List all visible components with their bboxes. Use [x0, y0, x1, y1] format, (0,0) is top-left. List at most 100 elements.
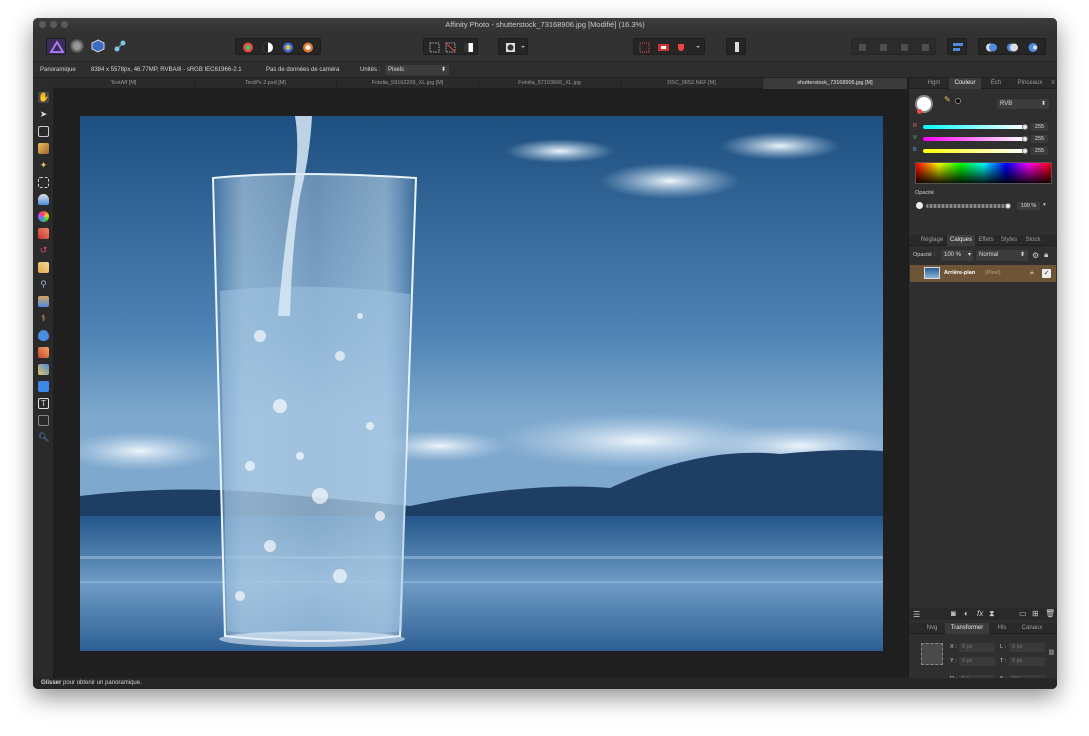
export-persona-icon[interactable]: [113, 39, 127, 53]
mesh-warp-icon[interactable]: [38, 415, 49, 426]
x-field[interactable]: 0 px: [959, 643, 995, 652]
tab-channels[interactable]: Canaux: [1015, 623, 1049, 634]
camera-info: Pas de données de caméra: [266, 67, 340, 73]
channel-b-knob[interactable]: [1022, 148, 1028, 154]
tab-swatches[interactable]: Éch: [981, 78, 1011, 89]
panel-menu-icon[interactable]: ≡: [1048, 78, 1057, 89]
doc-tab[interactable]: Fotolia_59162209_XL.jpg [M]: [337, 78, 479, 89]
marquee-tool-icon[interactable]: [38, 177, 49, 188]
height-field[interactable]: 0 px: [1009, 657, 1045, 666]
link-icon[interactable]: ⛓: [1048, 650, 1055, 656]
tab-histogram[interactable]: Hgm: [919, 78, 949, 89]
adjustment-layer-icon[interactable]: ◐: [964, 609, 969, 618]
units-select[interactable]: Pixels ⬍: [385, 65, 449, 75]
y-field[interactable]: 0 px: [959, 657, 995, 666]
photo-persona-button[interactable]: [46, 38, 66, 55]
live-filter-icon[interactable]: ⧗: [989, 609, 995, 619]
opacity-value[interactable]: 100 %: [1017, 202, 1040, 210]
develop-persona-icon[interactable]: [91, 39, 105, 53]
eraser-tool-icon[interactable]: [38, 262, 49, 273]
opacity-slider[interactable]: [926, 204, 1008, 208]
blend-mode-select[interactable]: Normal ⬍: [976, 250, 1028, 261]
layer-opacity-select[interactable]: 100 % ▾: [941, 250, 973, 261]
text-tool-icon[interactable]: T: [38, 398, 49, 409]
doc-tab[interactable]: Fotolia_57103666_XL.jpg: [479, 78, 621, 89]
tab-navigator[interactable]: Nvg: [919, 623, 945, 634]
gear-icon[interactable]: ⚙: [1032, 251, 1039, 260]
close-window-button[interactable]: [39, 21, 46, 28]
channel-b-value[interactable]: 255: [1031, 147, 1048, 155]
tab-color[interactable]: Couleur: [949, 78, 981, 89]
channel-v-value[interactable]: 255: [1031, 135, 1048, 143]
no-color-icon[interactable]: [917, 109, 922, 114]
doc-tab[interactable]: DSC_0652.NEF [M]: [621, 78, 763, 89]
shape-tool-icon[interactable]: [38, 381, 49, 392]
tab-adjustments[interactable]: Réglage: [917, 235, 947, 246]
dodge-tool-icon[interactable]: ↺: [38, 245, 49, 256]
magic-wand-icon[interactable]: ✦: [38, 160, 49, 171]
tab-stock[interactable]: Stock: [1021, 235, 1045, 246]
doc-tab-active[interactable]: shutterstock_73168906.jpg [M]: [763, 78, 908, 89]
hand-tool-icon[interactable]: ✋: [38, 92, 49, 103]
doc-tab[interactable]: TestAff [M]: [53, 78, 195, 89]
quick-mask-button[interactable]: [498, 38, 528, 55]
folder-icon[interactable]: ▭: [1019, 609, 1027, 618]
channel-r-slider[interactable]: [923, 125, 1025, 129]
color-model-select[interactable]: RVB ⬍: [997, 99, 1049, 109]
liquify-persona-icon[interactable]: [70, 39, 84, 53]
channel-r-value[interactable]: 255: [1031, 123, 1048, 131]
channel-v-knob[interactable]: [1022, 136, 1028, 142]
lock-icon[interactable]: 🔒︎: [1030, 269, 1034, 277]
sponge-tool-icon[interactable]: [38, 347, 49, 358]
move-tool-icon[interactable]: ➤: [38, 109, 49, 120]
healing-tool-icon[interactable]: ⚕: [38, 313, 49, 324]
zoom-tool-icon[interactable]: 🔍︎: [38, 432, 49, 443]
t-label: T :: [1000, 658, 1007, 664]
layer-row[interactable]: Arrière-plan (Pixel) 🔒︎ ✓: [910, 265, 1056, 282]
canvas-area[interactable]: [53, 89, 908, 679]
zoom-window-button[interactable]: [61, 21, 68, 28]
tab-brushes[interactable]: Pinceaux: [1011, 78, 1049, 89]
secondary-color-well[interactable]: [955, 98, 961, 104]
add-layer-icon[interactable]: ⊞: [1032, 609, 1039, 618]
trash-icon[interactable]: 🗑︎: [1045, 609, 1055, 618]
layer-actions-bar: ☰ ◙ ◐ fx ⧗ ▭ ⊞ 🗑︎: [909, 608, 1057, 620]
crop-tool-icon[interactable]: [38, 126, 49, 137]
lock-icon[interactable]: 🔒︎: [1044, 250, 1048, 260]
pen-tool-icon[interactable]: [38, 364, 49, 375]
x-label: X :: [950, 644, 957, 650]
minimize-window-button[interactable]: [50, 21, 57, 28]
tab-styles[interactable]: Styles: [997, 235, 1021, 246]
chevron-down-icon[interactable]: ▾: [1043, 202, 1046, 208]
width-field[interactable]: 0 px: [1009, 643, 1045, 652]
color-picker-icon[interactable]: [38, 211, 49, 222]
tab-effects[interactable]: Effets: [975, 235, 997, 246]
chevron-updown-icon: ⬍: [1019, 252, 1025, 258]
channel-v-slider[interactable]: [923, 137, 1025, 141]
channel-r-knob[interactable]: [1022, 124, 1028, 130]
doc-tab[interactable]: TestPs 2.psd [M]: [195, 78, 337, 89]
clone-tool-icon[interactable]: ⚲: [38, 279, 49, 290]
fx-icon[interactable]: fx: [977, 609, 983, 618]
color-spectrum[interactable]: [915, 162, 1052, 184]
flood-fill-icon[interactable]: [38, 194, 49, 205]
opacity-knob[interactable]: [1005, 203, 1011, 209]
assistant-button[interactable]: [726, 38, 746, 55]
paint-brush-icon[interactable]: [38, 228, 49, 239]
align-button[interactable]: [947, 38, 967, 55]
brush-selection-icon[interactable]: [38, 143, 49, 154]
tools-panel: ✋ ➤ ✦ ↺ ⚲ ⚕ T 🔍︎: [33, 89, 53, 679]
anchor-selector[interactable]: [921, 643, 943, 665]
tab-layers[interactable]: Calques: [947, 235, 975, 246]
eyedropper-icon[interactable]: ✎: [944, 95, 951, 104]
mask-layer-icon[interactable]: ◙: [951, 609, 956, 618]
stamp-tool-icon[interactable]: [38, 296, 49, 307]
tab-history[interactable]: His: [989, 623, 1015, 634]
channel-b-slider[interactable]: [923, 149, 1025, 153]
blur-tool-icon[interactable]: [38, 330, 49, 341]
layer-visibility-checkbox[interactable]: ✓: [1042, 269, 1051, 278]
layers-stack-icon[interactable]: ☰: [913, 610, 920, 619]
chevron-updown-icon: ⬍: [440, 67, 446, 73]
units-label: Unités :: [360, 67, 381, 73]
tab-transform[interactable]: Transformer: [945, 623, 989, 634]
